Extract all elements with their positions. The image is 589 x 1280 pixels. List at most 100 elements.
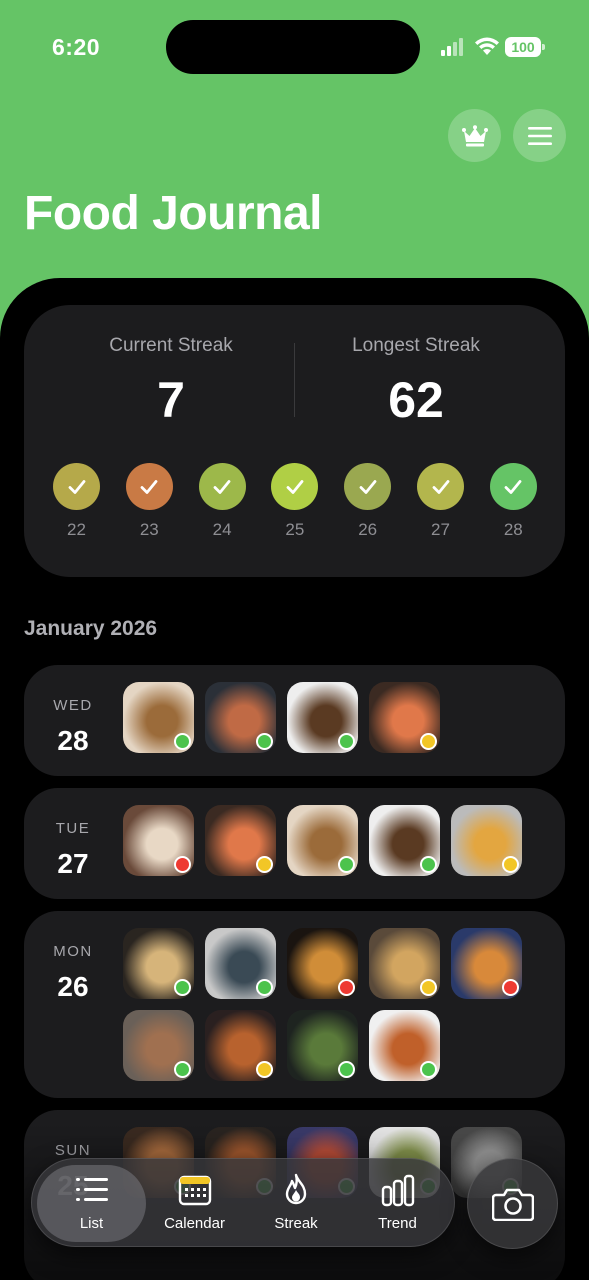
- hamburger-menu-icon: [527, 126, 552, 145]
- streak-day-number: 25: [285, 520, 305, 539]
- streak-day-check[interactable]: [53, 463, 100, 510]
- streak-day-check[interactable]: [417, 463, 464, 510]
- meal-photo-thumbnail[interactable]: [287, 928, 358, 999]
- tab-calendar[interactable]: Calendar: [142, 1159, 248, 1248]
- streak-card[interactable]: Current Streak 7 Longest Streak 62 22 23 2…: [24, 305, 565, 577]
- meal-photo-thumbnail[interactable]: [369, 682, 440, 753]
- meal-photo-thumbnail[interactable]: [123, 928, 194, 999]
- meal-rating-indicator: [256, 733, 273, 750]
- meal-photo-thumbnail[interactable]: [123, 1010, 194, 1081]
- tab-label: Calendar: [164, 1215, 225, 1232]
- current-streak-value: 7: [157, 372, 185, 428]
- streak-day-number: 28: [503, 520, 523, 539]
- premium-crown-button[interactable]: [448, 109, 501, 162]
- meal-photo-thumbnail[interactable]: [287, 1010, 358, 1081]
- meal-rating-indicator: [420, 1061, 437, 1078]
- checkmark-icon: [213, 479, 231, 494]
- page-title: Food Journal: [24, 187, 322, 240]
- tab-trend[interactable]: Trend: [345, 1159, 451, 1248]
- camera-button[interactable]: [467, 1158, 558, 1249]
- streak-days-row: 22 23 24 25 26 27 28: [24, 463, 565, 543]
- meal-photo-thumbnail[interactable]: [369, 928, 440, 999]
- dynamic-island: [166, 20, 420, 74]
- day-of-week: WED: [53, 697, 93, 714]
- streak-day-number: 23: [139, 520, 159, 539]
- meal-photo-thumbnail[interactable]: [287, 805, 358, 876]
- battery-indicator: 100: [505, 37, 545, 57]
- streak-day-check[interactable]: [198, 463, 246, 510]
- crown-icon: [461, 124, 488, 146]
- day-of-week: MON: [53, 943, 93, 960]
- cellular-signal-icon: [441, 38, 467, 56]
- meal-rating-indicator: [502, 856, 519, 873]
- tab-label: List: [79, 1215, 104, 1232]
- day-entry-card[interactable]: WED 28: [24, 665, 565, 776]
- tab-label: Trend: [378, 1215, 417, 1232]
- checkmark-icon: [504, 479, 522, 494]
- streak-day-check[interactable]: [125, 463, 173, 510]
- current-streak: Current Streak 7: [46, 335, 296, 429]
- meal-photo-thumbnail[interactable]: [369, 1010, 440, 1081]
- meal-photo-thumbnail[interactable]: [205, 928, 276, 999]
- day-of-month: 26: [57, 971, 89, 1002]
- meal-photo-thumbnail[interactable]: [123, 805, 194, 876]
- flame-icon: [285, 1173, 307, 1205]
- meal-rating-indicator: [502, 979, 519, 996]
- day-of-month: 27: [57, 848, 89, 879]
- month-heading: January 2026: [24, 617, 158, 640]
- camera-icon: [491, 1188, 534, 1221]
- day-entry-card[interactable]: MON 26: [24, 911, 565, 1098]
- streak-day-check[interactable]: [271, 463, 319, 510]
- menu-button[interactable]: [513, 109, 566, 162]
- wifi-icon: [475, 37, 499, 55]
- day-entry-card[interactable]: TUE 27: [24, 788, 565, 899]
- day-of-month: 28: [57, 725, 89, 756]
- meal-photo-thumbnail[interactable]: [451, 928, 522, 999]
- meal-rating-indicator: [420, 979, 437, 996]
- meal-rating-indicator: [174, 856, 191, 873]
- status-bar: 6:20 100: [0, 0, 589, 95]
- meal-photo-thumbnail[interactable]: [287, 682, 358, 753]
- bar-chart-icon: [381, 1174, 414, 1207]
- streak-day-check[interactable]: [344, 463, 392, 510]
- day-of-week: TUE: [55, 820, 91, 837]
- checkmark-icon: [359, 479, 377, 494]
- meal-rating-indicator: [338, 733, 355, 750]
- meal-photo-thumbnail[interactable]: [123, 682, 194, 753]
- streak-day-number: 22: [67, 520, 86, 539]
- meal-photo-thumbnail[interactable]: [369, 805, 440, 876]
- longest-streak-label: Longest Streak: [352, 335, 480, 356]
- meal-photo-thumbnail[interactable]: [205, 682, 276, 753]
- streak-day-check[interactable]: [489, 463, 537, 510]
- current-streak-label: Current Streak: [109, 335, 233, 356]
- meal-photo-thumbnail[interactable]: [451, 805, 522, 876]
- meal-rating-indicator: [420, 733, 437, 750]
- meal-photo-thumbnail[interactable]: [205, 1010, 276, 1081]
- meal-rating-indicator: [338, 856, 355, 873]
- checkmark-icon: [68, 479, 85, 494]
- meal-rating-indicator: [174, 979, 191, 996]
- meal-rating-indicator: [338, 979, 355, 996]
- meal-rating-indicator: [174, 733, 191, 750]
- longest-streak: Longest Streak 62: [291, 335, 541, 429]
- meal-rating-indicator: [256, 856, 273, 873]
- meal-rating-indicator: [256, 979, 273, 996]
- tab-list[interactable]: List: [37, 1165, 146, 1242]
- checkmark-icon: [286, 479, 304, 494]
- tab-label: Streak: [274, 1215, 318, 1232]
- streak-day-number: 24: [212, 520, 232, 539]
- meal-rating-indicator: [420, 856, 437, 873]
- status-time: 6:20: [52, 34, 101, 60]
- checkmark-icon: [140, 479, 158, 494]
- meal-photo-thumbnail[interactable]: [205, 805, 276, 876]
- meal-rating-indicator: [174, 1061, 191, 1078]
- streak-day-number: 27: [431, 520, 450, 539]
- list-icon: [75, 1178, 108, 1201]
- streak-day-number: 26: [358, 520, 378, 539]
- tab-bar: List Calendar Streak Trend: [31, 1158, 455, 1247]
- meal-rating-indicator: [338, 1061, 355, 1078]
- longest-streak-value: 62: [388, 372, 444, 428]
- checkmark-icon: [432, 479, 449, 494]
- tab-streak[interactable]: Streak: [243, 1159, 349, 1248]
- calendar-icon: [178, 1175, 211, 1206]
